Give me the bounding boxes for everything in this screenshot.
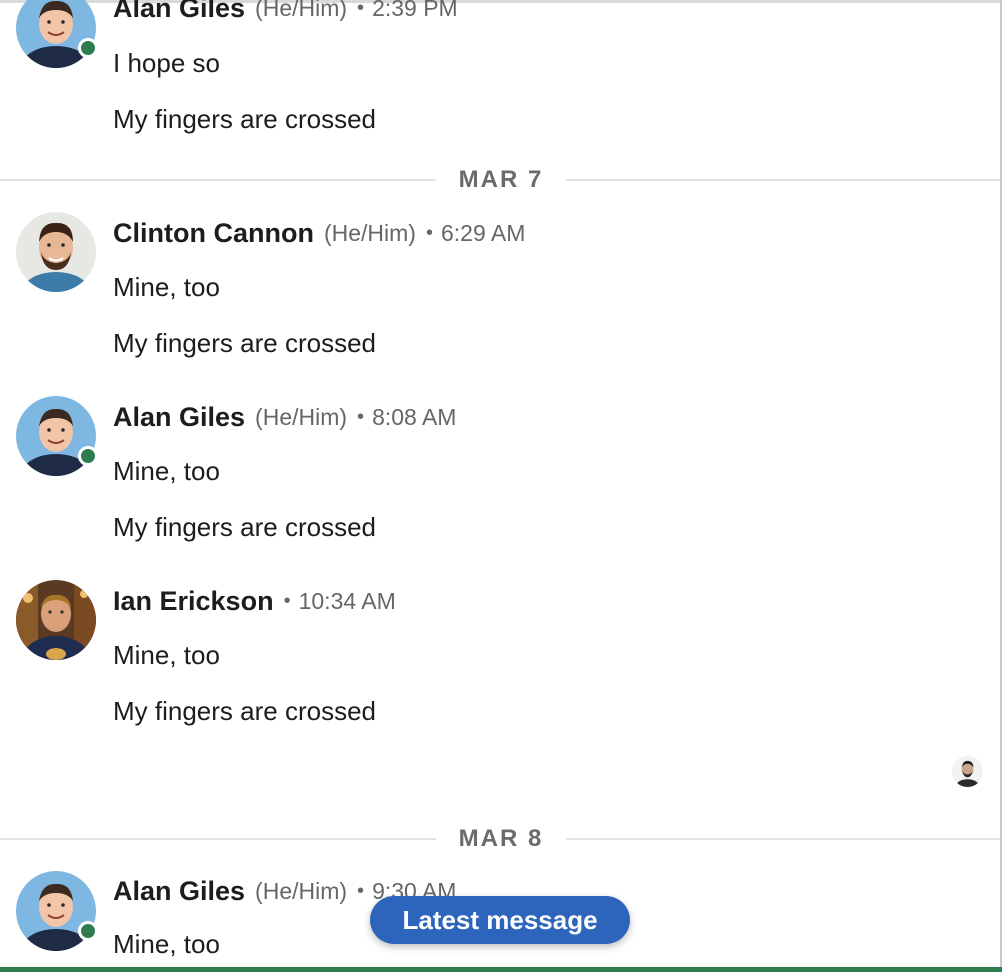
read-receipt-avatar-icon[interactable]: [952, 756, 983, 787]
sender-avatar-wrap[interactable]: [16, 871, 98, 951]
separator-dot: •: [357, 0, 365, 19]
sender-avatar-wrap[interactable]: [16, 396, 98, 476]
online-status-indicator: [78, 921, 98, 941]
message-header: Alan Giles (He/Him) • 2:39 PM: [113, 0, 458, 28]
alan-giles-avatar-icon[interactable]: [16, 0, 96, 68]
sender-name[interactable]: Alan Giles: [113, 402, 245, 433]
ian-erickson-avatar-icon[interactable]: [16, 580, 96, 660]
sender-pronouns: (He/Him): [255, 403, 348, 430]
sender-name[interactable]: Ian Erickson: [113, 586, 274, 617]
message-header: Alan Giles (He/Him) • 8:08 AM: [113, 397, 456, 437]
message-timestamp: 10:34 AM: [298, 587, 396, 614]
message-text: I hope so: [113, 48, 220, 78]
separator-dot: •: [357, 879, 365, 902]
message-text: Mine, too: [113, 929, 220, 959]
message-timestamp: 2:39 PM: [372, 0, 458, 21]
message-group: Alan Giles (He/Him) • 2:39 PM I hope so …: [0, 0, 990, 138]
sender-avatar-wrap[interactable]: [16, 580, 96, 660]
date-divider-label: MAR 7: [436, 166, 566, 194]
sender-pronouns: (He/Him): [255, 877, 348, 904]
message-timestamp: 8:08 AM: [372, 403, 457, 430]
message-text: Mine, too: [113, 640, 220, 670]
online-status-indicator: [78, 38, 98, 58]
message-header: Ian Erickson • 10:34 AM: [113, 581, 396, 621]
sender-pronouns: (He/Him): [323, 219, 416, 246]
sender-name[interactable]: Clinton Cannon: [113, 218, 314, 249]
sender-name[interactable]: Alan Giles: [113, 0, 245, 24]
message-text: My fingers are crossed: [113, 328, 376, 358]
separator-dot: •: [357, 405, 365, 428]
message-group: Ian Erickson • 10:34 AM Mine, too My fin…: [0, 580, 990, 730]
message-text: My fingers are crossed: [113, 696, 376, 726]
sender-name[interactable]: Alan Giles: [113, 876, 245, 907]
message-timestamp: 6:29 AM: [440, 219, 526, 246]
messaging-thread: Alan Giles (He/Him) • 2:39 PM I hope so …: [0, 0, 1002, 972]
clinton-cannon-avatar-icon[interactable]: [16, 212, 96, 292]
latest-message-button[interactable]: Latest message: [370, 896, 630, 944]
online-status-indicator: [78, 446, 98, 466]
sender-avatar-wrap[interactable]: [16, 0, 98, 68]
message-header: Clinton Cannon (He/Him) • 6:29 AM: [113, 213, 525, 253]
bottom-border: [0, 967, 1002, 972]
message-group: Clinton Cannon (He/Him) • 6:29 AM Mine, …: [0, 212, 990, 362]
message-group: Alan Giles (He/Him) • 8:08 AM Mine, too …: [0, 396, 990, 546]
message-text: Mine, too: [113, 272, 220, 302]
separator-dot: •: [425, 221, 433, 244]
message-text: My fingers are crossed: [113, 104, 376, 134]
sender-avatar-wrap[interactable]: [16, 212, 96, 292]
sender-pronouns: (He/Him): [255, 0, 348, 21]
message-text: Mine, too: [113, 456, 220, 486]
separator-dot: •: [283, 589, 291, 612]
date-divider-label: MAR 8: [436, 825, 566, 853]
message-text: My fingers are crossed: [113, 512, 376, 542]
